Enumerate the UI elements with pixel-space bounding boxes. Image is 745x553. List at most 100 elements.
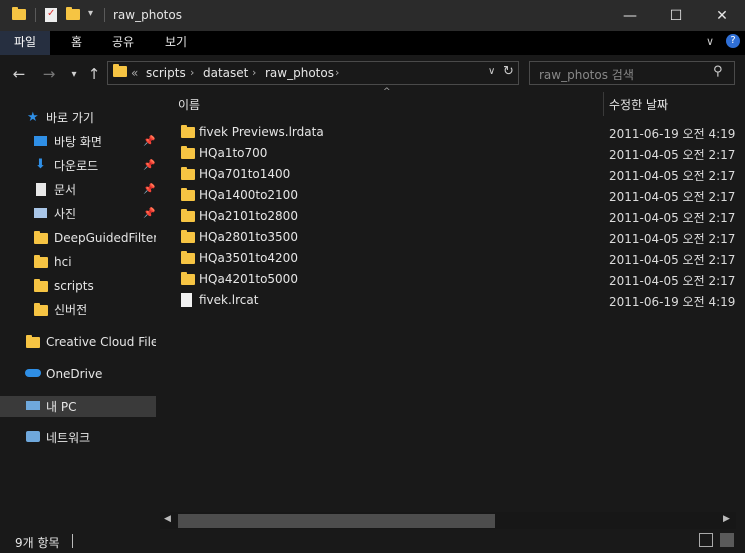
nav-quick-access[interactable]: ★ 바로 가기	[0, 107, 156, 128]
scrollbar-thumb[interactable]	[178, 514, 495, 528]
file-date: 2011-04-05 오전 2:17	[609, 274, 736, 288]
nav-label: DeepGuidedFilterin	[54, 230, 156, 245]
nav-label: hci	[54, 254, 72, 269]
folder-icon	[181, 125, 195, 138]
pictures-icon	[34, 208, 47, 218]
tab-share[interactable]: 공유	[98, 31, 148, 55]
details-view-icon[interactable]	[699, 533, 713, 547]
window-title: raw_photos	[113, 8, 182, 22]
nav-onedrive[interactable]: OneDrive	[0, 363, 156, 384]
download-icon: ⬇	[35, 157, 46, 172]
folder-icon	[181, 230, 195, 243]
folder-icon	[181, 209, 195, 222]
file-name: HQa2801to3500	[199, 230, 298, 244]
nav-label: 바탕 화면	[54, 135, 102, 149]
divider	[35, 8, 36, 22]
cloud-icon	[25, 369, 41, 377]
breadcrumb-overflow[interactable]: «	[131, 66, 138, 80]
nav-label: OneDrive	[46, 366, 103, 381]
list-item[interactable]: HQa2101to2800 2011-04-05 오전 2:17	[160, 206, 736, 227]
sort-arrow-icon: ^	[383, 87, 391, 97]
chevron-right-icon[interactable]: ›	[190, 66, 194, 79]
list-item[interactable]: HQa1400to2100 2011-04-05 오전 2:17	[160, 185, 736, 206]
list-item[interactable]: HQa701to1400 2011-04-05 오전 2:17	[160, 164, 736, 185]
tab-view[interactable]: 보기	[151, 31, 201, 55]
list-item[interactable]: HQa1to700 2011-04-05 오전 2:17	[160, 143, 736, 164]
column-header-date[interactable]: 수정한 날짜	[609, 96, 668, 113]
file-name: HQa1400to2100	[199, 188, 298, 202]
nav-label: scripts	[54, 278, 94, 293]
pin-icon: 📌	[143, 184, 156, 195]
pin-icon: 📌	[143, 160, 156, 171]
folder-icon	[34, 303, 48, 317]
minimize-button[interactable]: —	[607, 0, 653, 31]
divider	[104, 8, 105, 22]
maximize-button[interactable]: ☐	[653, 0, 699, 31]
file-date: 2011-04-05 오전 2:17	[609, 148, 736, 162]
nav-item-downloads[interactable]: ⬇ 다운로드 📌	[0, 155, 156, 176]
back-button[interactable]: ←	[9, 64, 29, 84]
tab-home[interactable]: 홈	[57, 31, 96, 55]
file-date: 2011-06-19 오전 4:19	[609, 127, 736, 141]
pin-icon: 📌	[143, 136, 156, 147]
nav-creative-cloud[interactable]: Creative Cloud Files	[0, 331, 156, 352]
list-item[interactable]: HQa3501to4200 2011-04-05 오전 2:17	[160, 248, 736, 269]
breadcrumb-dataset[interactable]: dataset	[203, 66, 248, 80]
scroll-left-icon[interactable]: ◀	[164, 514, 171, 524]
up-button[interactable]: ↑	[84, 64, 104, 84]
large-icons-view-icon[interactable]	[720, 533, 734, 547]
column-header-name[interactable]: 이름	[178, 96, 200, 113]
properties-icon[interactable]: ✓	[45, 8, 57, 22]
nav-label: 사진	[54, 207, 77, 221]
tab-file[interactable]: 파일	[0, 31, 51, 55]
expand-ribbon-icon[interactable]: ∨	[706, 35, 714, 48]
nav-item-pictures[interactable]: 사진 📌	[0, 203, 156, 224]
breadcrumb-raw-photos[interactable]: raw_photos	[265, 66, 334, 80]
customize-toolbar-icon[interactable]: ▾	[88, 8, 93, 19]
nav-item-hci[interactable]: hci	[0, 251, 156, 272]
nav-item-documents[interactable]: 문서 📌	[0, 179, 156, 200]
breadcrumb-scripts[interactable]: scripts	[146, 66, 186, 80]
file-date: 2011-04-05 오전 2:17	[609, 253, 736, 267]
forward-button[interactable]: →	[39, 64, 59, 84]
nav-this-pc[interactable]: 내 PC	[0, 396, 156, 417]
chevron-right-icon[interactable]: ›	[252, 66, 256, 79]
list-item[interactable]: fivek.lrcat 2011-06-19 오전 4:19	[160, 290, 736, 311]
star-icon: ★	[27, 110, 39, 125]
list-item[interactable]: HQa2801to3500 2011-04-05 오전 2:17	[160, 227, 736, 248]
chevron-right-icon[interactable]: ›	[335, 66, 339, 79]
creative-cloud-folder-icon	[26, 335, 40, 349]
scroll-right-icon[interactable]: ▶	[723, 514, 730, 524]
list-item[interactable]: HQa4201to5000 2011-04-05 오전 2:17	[160, 269, 736, 290]
nav-label: 네트워크	[46, 431, 91, 445]
folder-icon	[181, 146, 195, 159]
file-date: 2011-06-19 오전 4:19	[609, 295, 736, 309]
file-icon	[181, 293, 192, 309]
nav-item-scripts[interactable]: scripts	[0, 275, 156, 296]
list-item[interactable]: fivek Previews.lrdata 2011-06-19 오전 4:19	[160, 122, 736, 143]
folder-icon	[34, 255, 48, 269]
nav-network[interactable]: 네트워크	[0, 427, 156, 448]
recent-locations-button[interactable]: ▾	[64, 64, 84, 84]
folder-icon	[34, 231, 48, 245]
folder-icon	[181, 167, 195, 180]
item-count: 9개 항목	[15, 536, 60, 550]
nav-item-new-version[interactable]: 신버전	[0, 299, 156, 320]
status-bar	[0, 529, 745, 553]
network-icon	[26, 431, 40, 442]
new-folder-icon[interactable]	[66, 6, 82, 22]
nav-label: 다운로드	[54, 159, 99, 173]
search-icon[interactable]: ⚲	[713, 64, 723, 79]
column-divider[interactable]	[603, 92, 604, 116]
file-name: HQa3501to4200	[199, 251, 298, 265]
pin-icon: 📌	[143, 208, 156, 219]
vertical-scrollbar[interactable]	[736, 93, 745, 529]
help-icon[interactable]: ?	[726, 34, 740, 48]
refresh-icon[interactable]: ↻	[503, 64, 514, 79]
nav-item-desktop[interactable]: 바탕 화면 📌	[0, 131, 156, 152]
close-button[interactable]: ✕	[699, 0, 745, 31]
chevron-down-icon[interactable]: ∨	[488, 66, 495, 77]
computer-icon	[26, 401, 40, 410]
nav-label: 신버전	[54, 303, 88, 317]
nav-item-deepguidedfiltering[interactable]: DeepGuidedFilterin	[0, 227, 156, 248]
